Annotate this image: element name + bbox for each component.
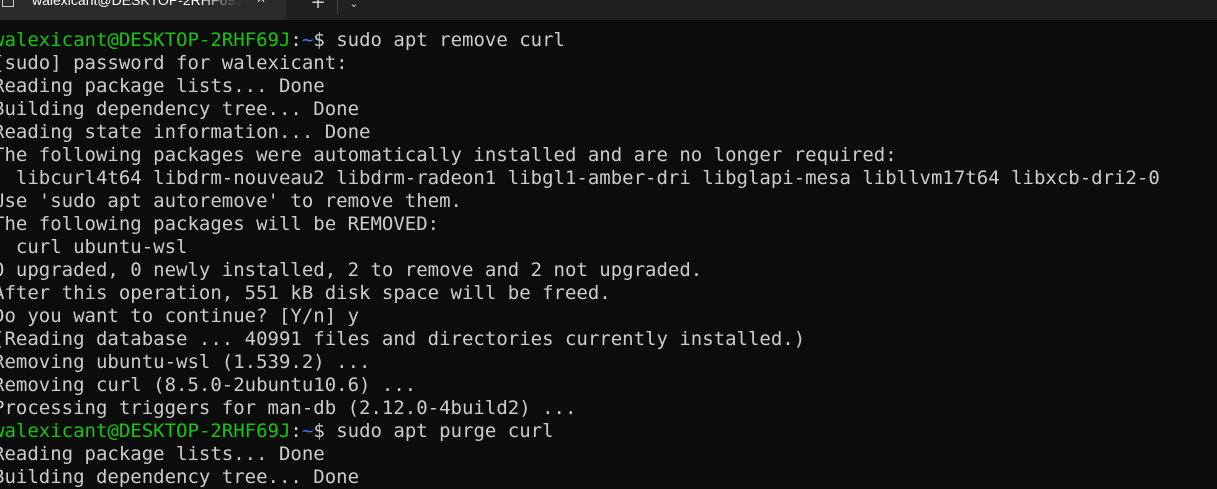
tab-title: walexicant@DESKTOP-2RHF69J: ~ — [32, 0, 242, 8]
output-line: Reading state information... Done — [0, 121, 371, 143]
output-line: libcurl4t64 libdrm-nouveau2 libdrm-radeo… — [0, 167, 1160, 189]
output-line: Do you want to continue? [Y/n] y — [0, 305, 360, 327]
prompt-colon: : — [290, 29, 302, 51]
output-line: Processing triggers for man-db (2.12.0-4… — [0, 397, 577, 419]
tab-divider — [337, 0, 338, 14]
prompt-symbol: $ — [313, 29, 337, 51]
output-line: Reading package lists... Done — [0, 75, 325, 97]
output-line: Reading package lists... Done — [0, 443, 325, 465]
output-line: [sudo] password for walexicant: — [0, 52, 348, 74]
output-line: Building dependency tree... Done — [0, 98, 360, 120]
tab-bar: walexicant@DESKTOP-2RHF69J: ~ ✕ + ⌄ — [0, 0, 1217, 20]
prompt-path: ~ — [301, 29, 314, 51]
output-line: The following packages were automaticall… — [0, 144, 897, 166]
command-text: sudo apt purge curl — [336, 420, 554, 442]
output-line: Removing ubuntu-wsl (1.539.2) ... — [0, 351, 371, 373]
output-line: Removing curl (8.5.0-2ubuntu10.6) ... — [0, 374, 417, 396]
output-line: curl ubuntu-wsl — [0, 236, 188, 258]
output-line: (Reading database ... 40991 files and di… — [0, 328, 806, 350]
prompt-path: ~ — [301, 420, 314, 442]
output-line: Building dependency tree... Done — [0, 466, 360, 488]
output-line: After this operation, 551 kB disk space … — [0, 282, 611, 304]
terminal-output[interactable]: walexicant@DESKTOP-2RHF69J:~$ sudo apt r… — [0, 29, 1217, 489]
terminal-tab[interactable]: walexicant@DESKTOP-2RHF69J: ~ ✕ — [0, 0, 286, 20]
output-line: The following packages will be REMOVED: — [0, 213, 440, 235]
prompt-symbol: $ — [313, 420, 337, 442]
prompt-colon: : — [290, 420, 302, 442]
terminal-icon — [2, 0, 14, 7]
prompt-line: walexicant@DESKTOP-2RHF69J:~$ sudo apt r… — [0, 29, 1217, 52]
output-line: 0 upgraded, 0 newly installed, 2 to remo… — [0, 259, 703, 281]
prompt-user-host: walexicant@DESKTOP-2RHF69J — [0, 420, 291, 442]
close-icon[interactable]: ✕ — [256, 0, 266, 6]
prompt-user-host: walexicant@DESKTOP-2RHF69J — [0, 29, 291, 51]
prompt-line: walexicant@DESKTOP-2RHF69J:~$ sudo apt p… — [0, 420, 1217, 443]
chevron-down-icon[interactable]: ⌄ — [344, 0, 364, 17]
new-tab-button[interactable]: + — [296, 0, 340, 18]
command-text: sudo apt remove curl — [336, 29, 565, 51]
output-line: Use 'sudo apt autoremove' to remove them… — [0, 190, 462, 212]
